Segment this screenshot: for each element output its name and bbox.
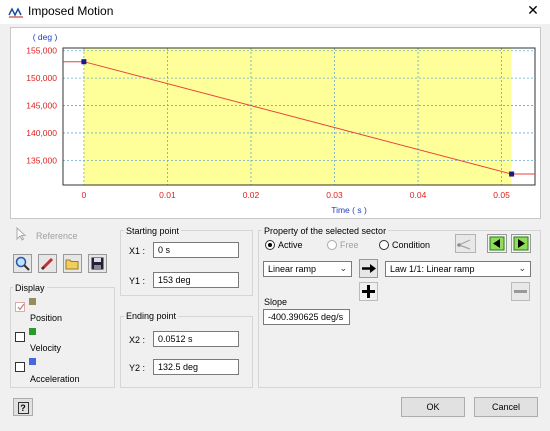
free-radio[interactable] xyxy=(327,240,337,250)
chevron-down-icon: ⌄ xyxy=(339,263,347,273)
x2-label: X2 : xyxy=(129,335,146,345)
ramp-type-value: Linear ramp xyxy=(268,264,317,274)
arrow-left-icon xyxy=(489,236,505,251)
position-color-swatch xyxy=(29,298,36,305)
reference-pointer-icon[interactable] xyxy=(13,226,29,242)
remove-law-button[interactable] xyxy=(511,282,530,301)
close-icon[interactable]: ✕ xyxy=(524,2,542,19)
y2-field[interactable]: 132.5 deg xyxy=(153,359,239,375)
active-radio-label: Active xyxy=(278,240,303,250)
link-sectors-button[interactable] xyxy=(455,234,476,253)
acceleration-label: Acceleration xyxy=(30,374,80,384)
zoom-button[interactable] xyxy=(13,254,32,273)
arrow-right-icon xyxy=(513,236,529,251)
magnifier-icon xyxy=(15,256,30,271)
y-tick-label: 150,000 xyxy=(26,73,57,83)
minus-icon xyxy=(514,290,527,293)
previous-sector-button[interactable] xyxy=(487,234,507,253)
floppy-disk-icon xyxy=(91,257,104,270)
y-tick-label: 145,000 xyxy=(26,101,57,111)
y-tick-label: 135,000 xyxy=(26,155,57,165)
y2-label: Y2 : xyxy=(129,363,146,373)
slope-field[interactable]: -400.390625 deg/s xyxy=(263,309,350,325)
x-tick-label: 0.05 xyxy=(493,190,510,200)
pencil-icon xyxy=(40,257,54,271)
branch-link-icon xyxy=(457,239,471,250)
y1-label: Y1 : xyxy=(129,276,146,286)
condition-radio-label: Condition xyxy=(392,240,431,250)
plus-icon xyxy=(362,285,375,298)
open-file-button[interactable] xyxy=(63,254,82,273)
sector-point-marker xyxy=(81,59,87,65)
y-tick-label: 155,000 xyxy=(26,46,57,56)
free-radio-label: Free xyxy=(340,240,359,250)
x1-label: X1 : xyxy=(129,246,146,256)
next-sector-button[interactable] xyxy=(511,234,531,253)
motion-chart[interactable]: 135,000 140,000 145,000 150,000 155,000 0 0.01… xyxy=(10,27,541,219)
help-button[interactable]: ? xyxy=(13,398,33,416)
sector-point-marker xyxy=(509,171,515,177)
imposed-motion-app-icon xyxy=(8,7,23,18)
slope-label: Slope xyxy=(264,297,288,307)
x-tick-label: 0.04 xyxy=(410,190,427,200)
x-axis-title: Time ( s ) xyxy=(331,205,367,215)
help-icon: ? xyxy=(17,402,29,414)
x-tick-label: 0 xyxy=(82,190,87,200)
y-tick-label: 140,000 xyxy=(26,128,57,138)
law-select[interactable]: Law 1/1: Linear ramp ⌄ xyxy=(385,261,531,277)
ok-button[interactable]: OK xyxy=(401,397,465,417)
y-axis-title: ( deg ) xyxy=(33,32,58,42)
ending-point-title: Ending point xyxy=(124,311,179,321)
edit-button[interactable] xyxy=(38,254,57,273)
window-title: Imposed Motion xyxy=(28,4,114,18)
velocity-color-swatch xyxy=(29,328,36,335)
title-bar: Imposed Motion ✕ xyxy=(0,0,550,24)
acceleration-checkbox[interactable] xyxy=(15,362,25,372)
arrow-right-icon xyxy=(362,264,376,273)
add-law-button[interactable] xyxy=(359,282,378,301)
x1-field[interactable]: 0 s xyxy=(153,242,239,258)
reference-label: Reference xyxy=(36,231,78,241)
law-value: Law 1/1: Linear ramp xyxy=(390,264,475,274)
display-group-title: Display xyxy=(13,283,47,293)
velocity-checkbox[interactable] xyxy=(15,332,25,342)
active-radio[interactable] xyxy=(265,240,275,250)
selected-sector-highlight xyxy=(83,48,512,185)
cancel-button[interactable]: Cancel xyxy=(474,397,538,417)
x-tick-label: 0.02 xyxy=(243,190,260,200)
chevron-down-icon: ⌄ xyxy=(518,263,526,273)
y1-field[interactable]: 153 deg xyxy=(153,272,239,288)
property-group-title: Property of the selected sector xyxy=(262,226,389,236)
motion-chart-svg[interactable]: 135,000 140,000 145,000 150,000 155,000 0 0.01… xyxy=(11,28,542,220)
ending-point-group xyxy=(120,316,253,388)
x2-field[interactable]: 0.0512 s xyxy=(153,331,239,347)
starting-point-title: Starting point xyxy=(124,226,182,236)
acceleration-color-swatch xyxy=(29,358,36,365)
x-tick-label: 0.01 xyxy=(159,190,176,200)
x-tick-label: 0.03 xyxy=(326,190,343,200)
apply-law-button[interactable] xyxy=(359,259,378,278)
position-label: Position xyxy=(30,313,63,323)
velocity-label: Velocity xyxy=(30,343,62,353)
save-button[interactable] xyxy=(88,254,107,273)
position-checkbox[interactable] xyxy=(15,302,25,312)
folder-icon xyxy=(65,259,79,270)
ramp-type-select[interactable]: Linear ramp ⌄ xyxy=(263,261,352,277)
condition-radio[interactable] xyxy=(379,240,389,250)
